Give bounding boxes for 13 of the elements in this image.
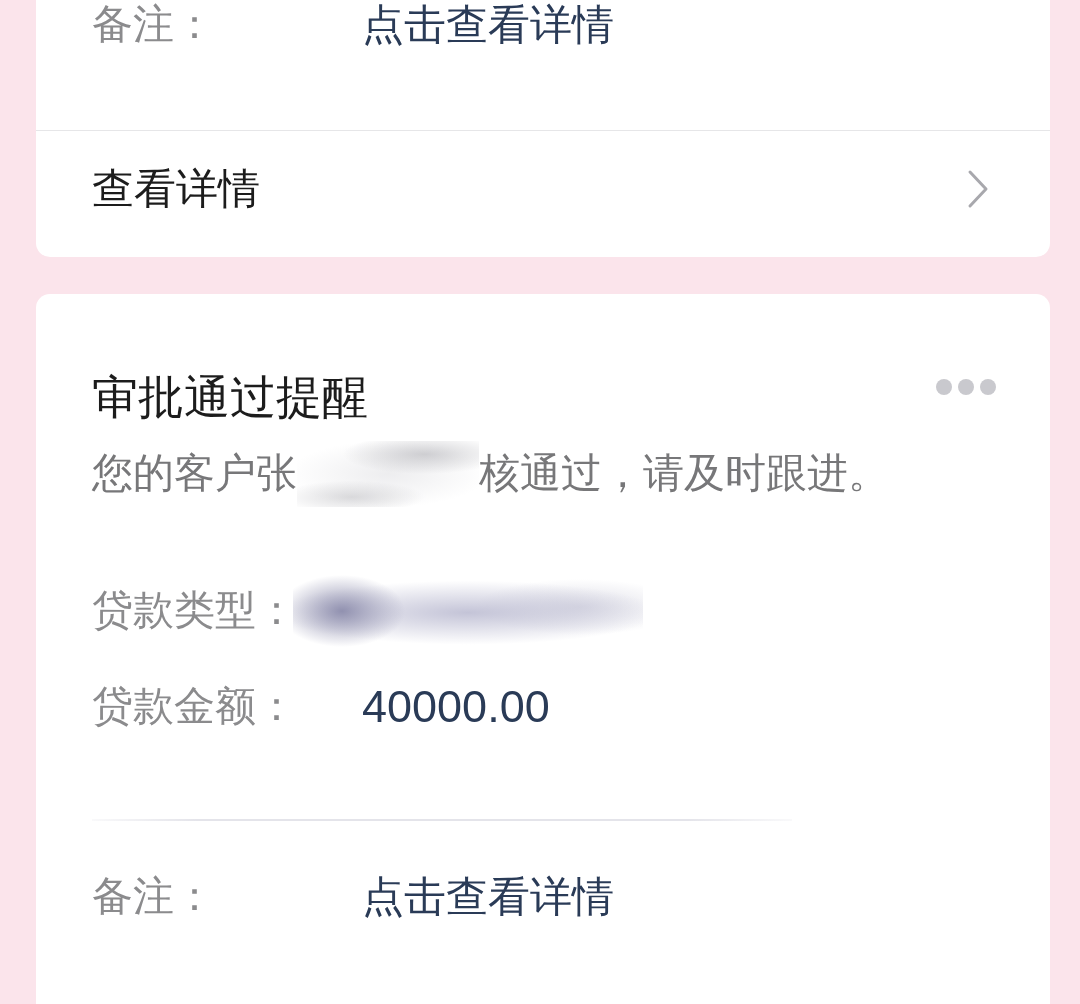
view-details-button[interactable]: 查看详情: [92, 131, 990, 247]
field-label: 贷款类型：: [92, 587, 297, 635]
chevron-right-icon: [966, 169, 990, 209]
field-value: 40000.00: [362, 681, 550, 733]
more-icon[interactable]: [935, 378, 997, 396]
message-text: 您的客户张: [92, 450, 297, 498]
details-link[interactable]: 点击查看详情: [362, 0, 614, 50]
notice-title: 审批通过提醒: [92, 370, 368, 424]
details-link[interactable]: 点击查看详情: [362, 872, 614, 922]
field-label: 贷款金额：: [92, 683, 297, 731]
message-text: 核通过，请及时跟进。: [479, 450, 889, 498]
field-label: 备注：: [92, 873, 215, 921]
field-label: 备注：: [92, 1, 215, 49]
